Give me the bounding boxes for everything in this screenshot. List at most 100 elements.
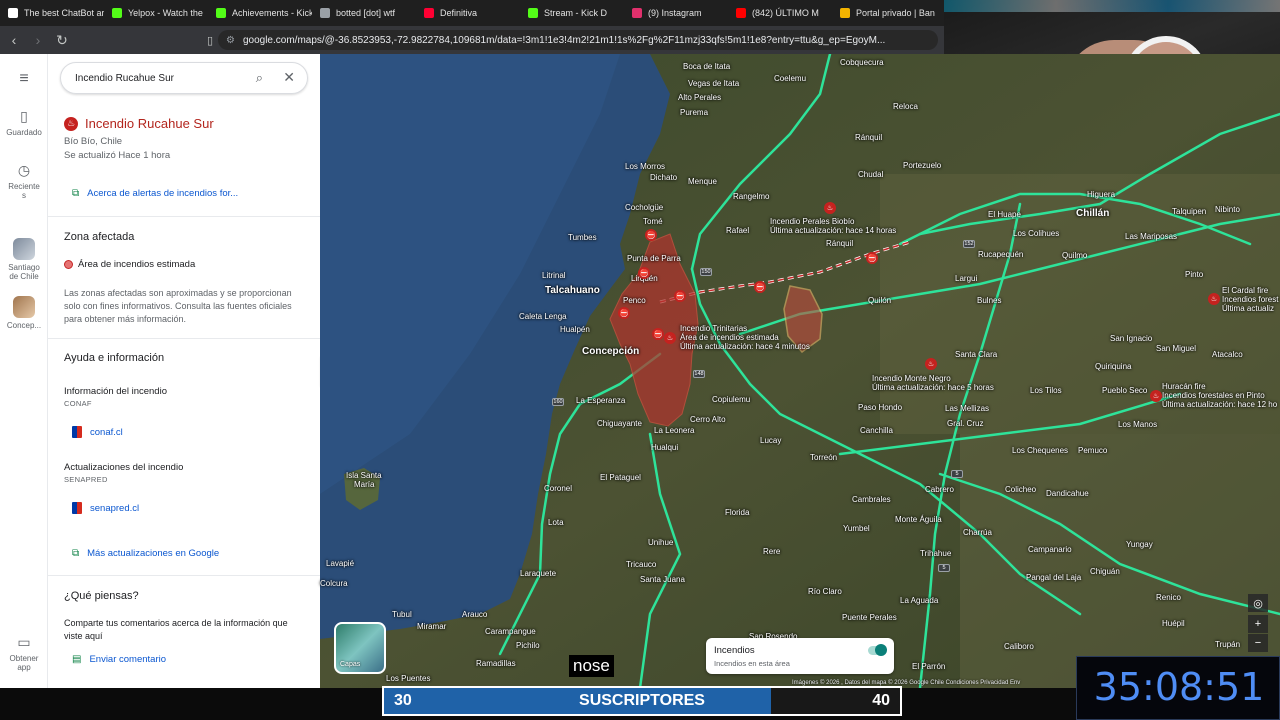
map-place-label[interactable]: Bulnes — [977, 296, 1001, 305]
fire-alert-pin[interactable]: ⛔ — [754, 281, 766, 293]
map-place-label[interactable]: Colicheo — [1005, 485, 1036, 494]
map-place-label[interactable]: Caleta Lenga — [519, 312, 567, 321]
map-place-label[interactable]: Las Mariposas — [1125, 232, 1177, 241]
map-place-label[interactable]: Chudal — [858, 170, 883, 179]
fire-detail-label[interactable]: Incendios forestales en Pinto — [1162, 391, 1265, 400]
about-alerts-link[interactable]: ⧉ Acerca de alertas de incendios for... — [72, 188, 238, 199]
map-place-label[interactable]: Hualpén — [560, 325, 590, 334]
search-box[interactable]: Incendio Rucahue Sur ⌕ ✕ — [60, 62, 308, 94]
map-place-label[interactable]: Atacalco — [1212, 350, 1243, 359]
map-place-label[interactable]: Pemuco — [1078, 446, 1107, 455]
map-place-label[interactable]: San Ignacio — [1110, 334, 1152, 343]
map-place-label[interactable]: Cabrero — [925, 485, 954, 494]
zoom-in-button[interactable]: + — [1248, 615, 1268, 633]
map-place-label[interactable]: San Miguel — [1156, 344, 1196, 353]
map-place-label[interactable]: La Aguada — [900, 596, 938, 605]
map-place-label[interactable]: Trupán — [1215, 640, 1240, 649]
map-place-label[interactable]: Pichilo — [516, 641, 540, 650]
map-place-label[interactable]: Largui — [955, 274, 977, 283]
menu-button[interactable]: ≡ — [0, 70, 48, 91]
fire-detail-label[interactable]: Última actualización: hace 5 horas — [872, 383, 994, 392]
browser-tab[interactable]: Stream - Kick D — [520, 0, 624, 26]
map-place-label[interactable]: Penco — [623, 296, 646, 305]
map-place-label[interactable]: Santa Clara — [955, 350, 997, 359]
map-place-label[interactable]: Chiguayante — [597, 419, 642, 428]
map-place-label[interactable]: Quilón — [868, 296, 891, 305]
map-city-label[interactable]: Talcahuano — [545, 285, 600, 296]
fire-detail-label[interactable]: Última actualización: hace 4 minutos — [680, 342, 810, 351]
map-place-label[interactable]: Talquipen — [1172, 207, 1206, 216]
map-place-label[interactable]: Miramar — [417, 622, 446, 631]
fire-detail-label[interactable]: Última actualiz — [1222, 304, 1274, 313]
fire-name-label[interactable]: Incendio Trinitarias — [680, 324, 747, 333]
map-place-label[interactable]: Torreón — [810, 453, 837, 462]
fire-name-label[interactable]: El Cardal fire — [1222, 286, 1268, 295]
fire-detail-label[interactable]: Última actualización: hace 14 horas — [770, 226, 896, 235]
recents-button[interactable]: ◷ Reciente s — [0, 162, 48, 200]
get-app-button[interactable]: ▭ Obtener app — [0, 634, 48, 672]
map-place-label[interactable]: Litrinal — [542, 271, 566, 280]
map-place-label[interactable]: Yungay — [1126, 540, 1153, 549]
browser-tab[interactable]: (842) ÚLTIMO M — [728, 0, 832, 26]
browser-tab[interactable]: Definitiva — [416, 0, 520, 26]
fire-alert-pin[interactable]: ⛔ — [618, 307, 630, 319]
fire-alert-pin[interactable]: ⛔ — [645, 229, 657, 241]
map-place-label[interactable]: Laraquete — [520, 569, 556, 578]
map-place-label[interactable]: Cocholgüe — [625, 203, 663, 212]
fire-incident-marker[interactable]: ♨ — [1208, 293, 1220, 305]
map-place-label[interactable]: Menque — [688, 177, 717, 186]
senapred-link[interactable]: senapred.cl — [72, 502, 139, 514]
map-place-label[interactable]: Quiriquina — [1095, 362, 1131, 371]
map-place-label[interactable]: Los Tilos — [1030, 386, 1062, 395]
map-place-label[interactable]: Campanario — [1028, 545, 1072, 554]
fire-detail-label[interactable]: Última actualización: hace 12 ho — [1162, 400, 1277, 409]
map-place-label[interactable]: Los Chequenes — [1012, 446, 1068, 455]
map-place-label[interactable]: Caliboro — [1004, 642, 1034, 651]
map-place-label[interactable]: Huépil — [1162, 619, 1185, 628]
map-place-label[interactable]: Carampangue — [485, 627, 536, 636]
map-place-label[interactable]: Pangal del Laja — [1026, 573, 1081, 582]
map-city-label[interactable]: Concepción — [582, 346, 639, 357]
browser-tab[interactable]: The best ChatBot ar — [0, 0, 104, 26]
site-info-icon[interactable]: ⚙ — [226, 35, 235, 46]
browser-tab[interactable]: botted [dot] wtf — [312, 0, 416, 26]
recent-concepcion[interactable]: Concep... — [0, 296, 48, 330]
map-place-label[interactable]: El Huape — [988, 210, 1021, 219]
send-feedback-link[interactable]: ▤ Enviar comentario — [72, 654, 166, 665]
layers-button[interactable]: Capas — [334, 622, 386, 674]
map-place-label[interactable]: Monte Águila — [895, 515, 942, 524]
map-place-label[interactable]: Renico — [1156, 593, 1181, 602]
map-place-label[interactable]: El Parrón — [912, 662, 945, 671]
map-place-label[interactable]: Los Puentes — [386, 674, 430, 683]
fires-layer-toggle[interactable] — [868, 644, 887, 656]
map-place-label[interactable]: Florida — [725, 508, 749, 517]
map-place-label[interactable]: El Pataguel — [600, 473, 641, 482]
fire-alert-pin[interactable]: ⛔ — [866, 252, 878, 264]
bookmark-icon[interactable]: ▯ — [200, 30, 220, 50]
map-place-label[interactable]: Cerro Alto — [690, 415, 726, 424]
map-place-label[interactable]: Las Mellizas — [945, 404, 989, 413]
back-arrow-icon[interactable]: ‹ — [4, 30, 24, 50]
map-city-label[interactable]: Chillán — [1076, 208, 1109, 219]
browser-tab[interactable]: Portal privado | Ban — [832, 0, 936, 26]
map-place-label[interactable]: Pueblo Seco — [1102, 386, 1147, 395]
map-place-label[interactable]: Portezuelo — [903, 161, 941, 170]
map-place-label[interactable]: Lota — [548, 518, 564, 527]
map-place-label[interactable]: Río Claro — [808, 587, 842, 596]
map-place-label[interactable]: Nibinto — [1215, 205, 1240, 214]
map-place-label[interactable]: Tubul — [392, 610, 412, 619]
search-icon[interactable]: ⌕ — [256, 70, 263, 86]
fire-incident-marker[interactable]: ♨ — [1150, 390, 1162, 402]
map-place-label[interactable]: Puente Perales — [842, 613, 897, 622]
map-place-label[interactable]: Charrúa — [963, 528, 992, 537]
map-place-label[interactable]: Tumbes — [568, 233, 597, 242]
map-place-label[interactable]: Gral. Cruz — [947, 419, 983, 428]
map-place-label[interactable]: Santa Juana — [640, 575, 685, 584]
saved-button[interactable]: ▯ Guardado — [0, 108, 48, 137]
fire-alert-pin[interactable]: ⛔ — [652, 328, 664, 340]
browser-tab[interactable]: Achievements - Kick — [208, 0, 312, 26]
map-place-label[interactable]: Copiulemu — [712, 395, 750, 404]
map-island-label[interactable]: María — [354, 480, 374, 489]
conaf-link[interactable]: conaf.cl — [72, 426, 123, 438]
map-place-label[interactable]: Los Morros — [625, 162, 665, 171]
